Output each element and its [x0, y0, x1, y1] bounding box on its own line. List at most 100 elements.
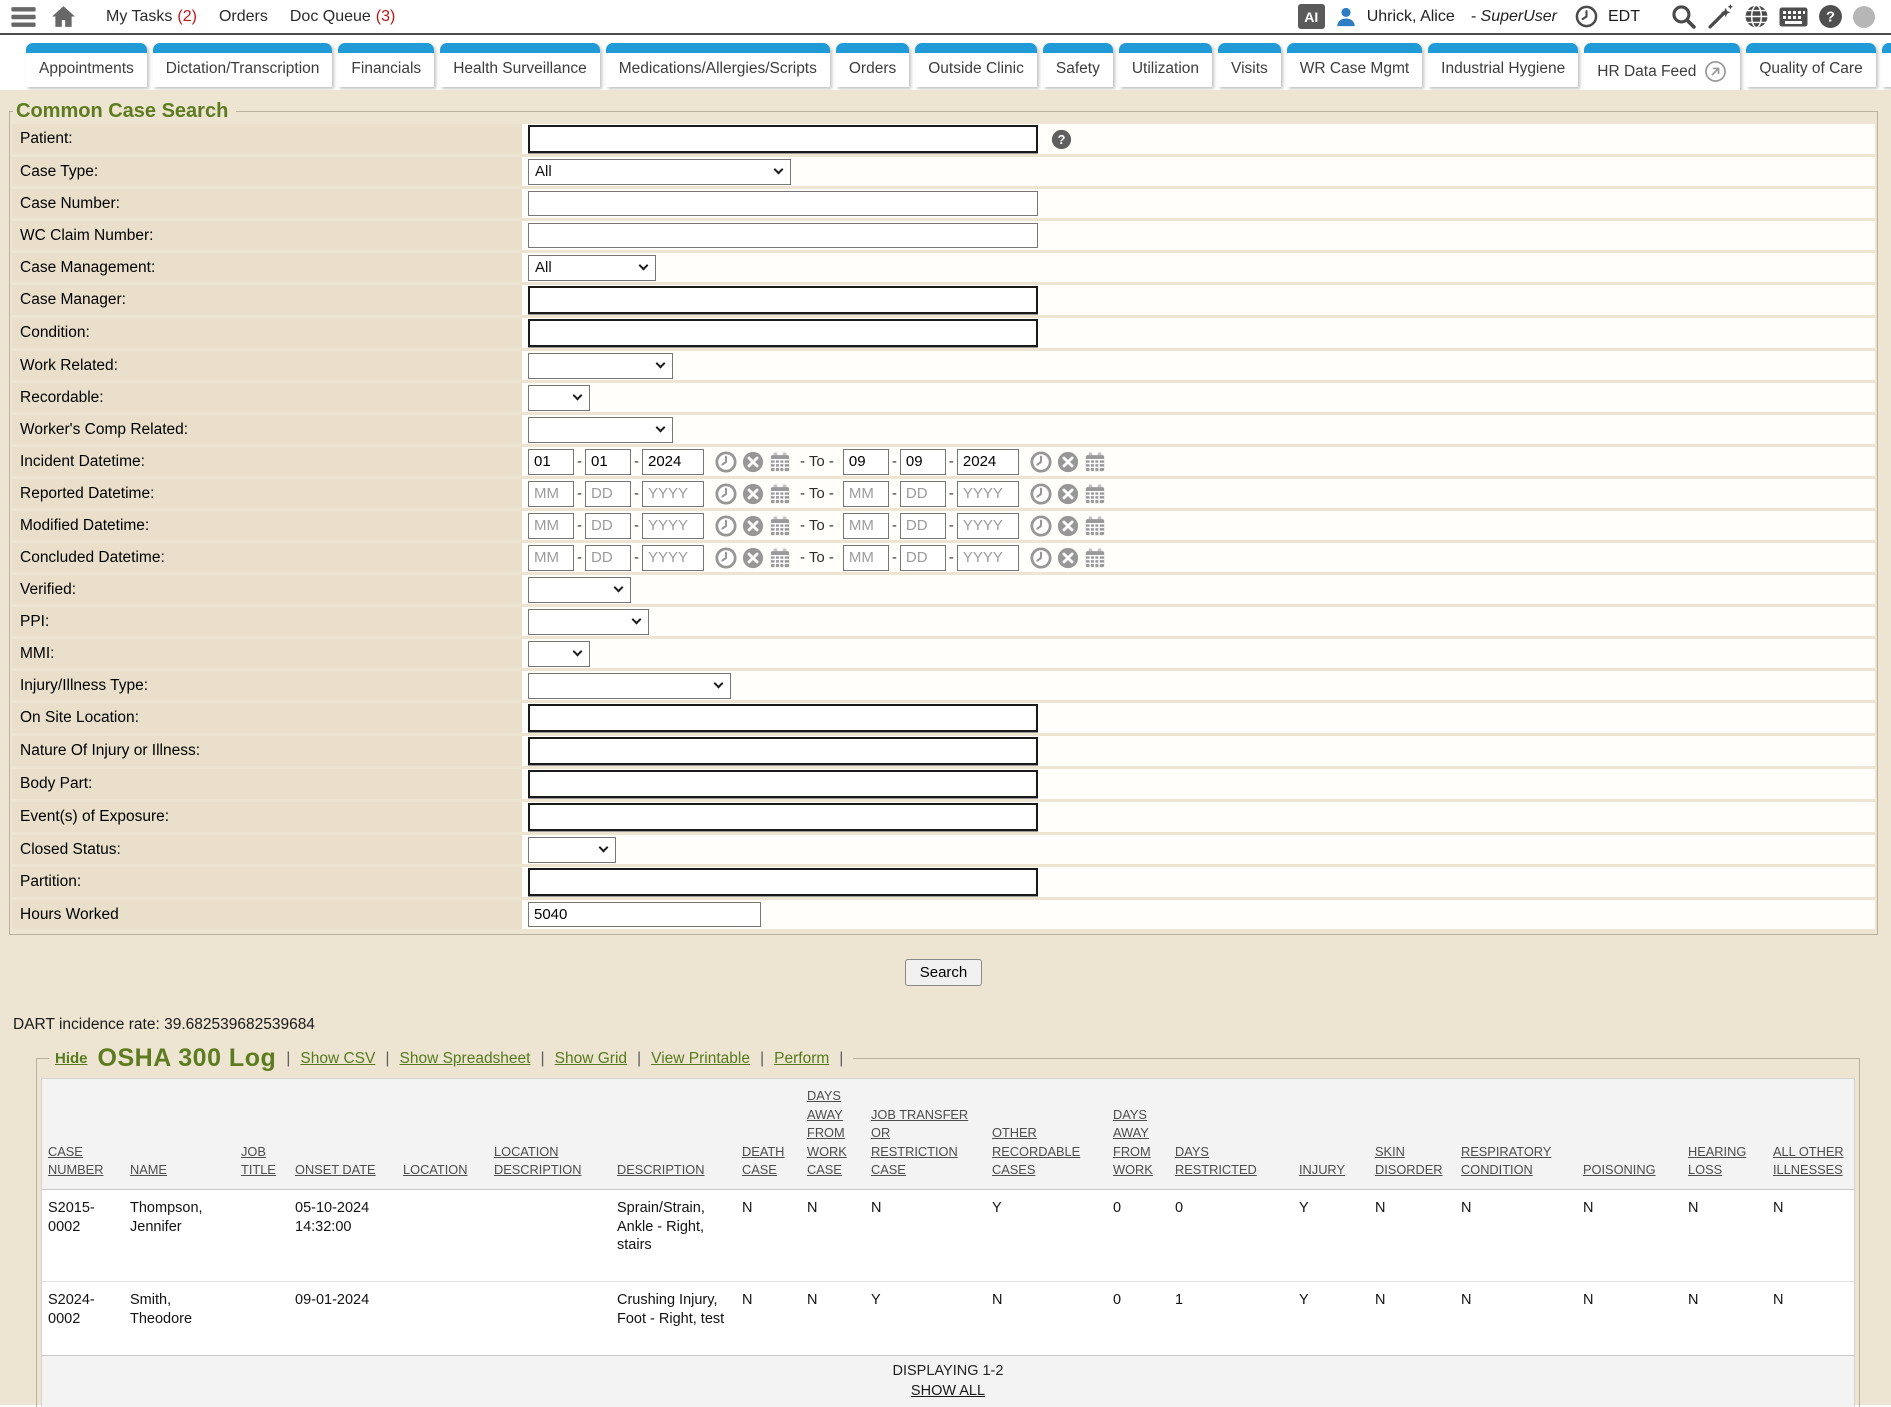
tab-quality-of-care[interactable]: Quality of Care: [1746, 43, 1875, 87]
calendar-icon[interactable]: [769, 515, 791, 537]
tab-financials[interactable]: Financials: [338, 43, 434, 87]
topmenu-doc-queue[interactable]: Doc Queue(3): [290, 8, 396, 26]
clock-icon[interactable]: [1030, 547, 1052, 569]
wand-icon[interactable]: [1707, 3, 1734, 30]
column-header-respiratory-condition[interactable]: RESPIRATORY CONDITION: [1455, 1079, 1577, 1189]
modified-datetime-to-month-input[interactable]: [843, 513, 889, 539]
concluded-datetime-to-day-input[interactable]: [900, 545, 946, 571]
modified-datetime-to-year-input[interactable]: [957, 513, 1019, 539]
concluded-datetime-from-year-input[interactable]: [642, 545, 704, 571]
modified-datetime-from-month-input[interactable]: [528, 513, 574, 539]
calendar-icon[interactable]: [1084, 547, 1106, 569]
column-header-days-away-from-work-case[interactable]: DAYS AWAY FROM WORK CASE: [801, 1079, 865, 1189]
reported-datetime-to-day-input[interactable]: [900, 481, 946, 507]
event-s-of-exposure-input[interactable]: [528, 803, 1038, 831]
clock-icon[interactable]: [1030, 515, 1052, 537]
work-related-select[interactable]: [528, 353, 673, 379]
keyboard-icon[interactable]: [1779, 7, 1808, 27]
clear-icon[interactable]: [1057, 547, 1079, 569]
worker-s-comp-related-select[interactable]: [528, 417, 673, 443]
column-header-description[interactable]: DESCRIPTION: [611, 1079, 736, 1189]
clear-icon[interactable]: [742, 547, 764, 569]
patient-input[interactable]: [528, 125, 1038, 153]
case-number-input[interactable]: [528, 191, 1038, 216]
hide-link[interactable]: Hide: [55, 1050, 88, 1067]
tab-outside-clinic[interactable]: Outside Clinic: [915, 43, 1037, 87]
incident-datetime-to-month-input[interactable]: [843, 449, 889, 475]
verified-select[interactable]: [528, 577, 631, 603]
case-manager-input[interactable]: [528, 286, 1038, 314]
reported-datetime-from-year-input[interactable]: [642, 481, 704, 507]
column-header-location-description[interactable]: LOCATION DESCRIPTION: [488, 1079, 611, 1189]
tab-safety[interactable]: Safety: [1043, 43, 1113, 87]
column-header-days-away-from-work[interactable]: DAYS AWAY FROM WORK: [1107, 1079, 1169, 1189]
tab-industrial-hygiene[interactable]: Industrial Hygiene: [1428, 43, 1578, 87]
closed-status-select[interactable]: [528, 837, 616, 863]
clear-icon[interactable]: [742, 451, 764, 473]
tab-dictation-transcription[interactable]: Dictation/Transcription: [153, 43, 333, 87]
mmi-select[interactable]: [528, 641, 590, 667]
on-site-location-input[interactable]: [528, 704, 1038, 732]
ai-badge[interactable]: AI: [1298, 4, 1325, 29]
tab-health-surveillance[interactable]: Health Surveillance: [440, 43, 600, 87]
incident-datetime-to-day-input[interactable]: [900, 449, 946, 475]
concluded-datetime-from-day-input[interactable]: [585, 545, 631, 571]
column-header-days-restricted[interactable]: DAYS RESTRICTED: [1169, 1079, 1293, 1189]
injury-illness-type-select[interactable]: [528, 673, 731, 699]
clear-icon[interactable]: [1057, 483, 1079, 505]
external-link-icon[interactable]: [1704, 60, 1727, 83]
perform-link[interactable]: Perform: [774, 1050, 829, 1068]
help-icon[interactable]: ?: [1051, 129, 1072, 150]
column-header-name[interactable]: NAME: [124, 1079, 235, 1189]
clock-icon[interactable]: [715, 515, 737, 537]
tab-visits[interactable]: Visits: [1218, 43, 1281, 87]
clock-icon[interactable]: [1030, 451, 1052, 473]
column-header-job-transfer-or-restriction-case[interactable]: JOB TRANSFER OR RESTRICTION CASE: [865, 1079, 986, 1189]
nature-of-injury-or-illness-input[interactable]: [528, 737, 1038, 765]
incident-datetime-from-year-input[interactable]: [642, 449, 704, 475]
condition-input[interactable]: [528, 319, 1038, 347]
help-icon[interactable]: ?: [1818, 4, 1843, 29]
calendar-icon[interactable]: [769, 547, 791, 569]
show-csv-link[interactable]: Show CSV: [300, 1050, 375, 1068]
body-part-input[interactable]: [528, 770, 1038, 798]
clear-icon[interactable]: [742, 515, 764, 537]
reported-datetime-to-year-input[interactable]: [957, 481, 1019, 507]
show-grid-link[interactable]: Show Grid: [555, 1050, 627, 1068]
search-icon[interactable]: [1670, 3, 1697, 30]
tab-executive[interactable]: Executive: [1882, 43, 1891, 87]
topmenu-my-tasks[interactable]: My Tasks(2): [106, 8, 197, 26]
concluded-datetime-from-month-input[interactable]: [528, 545, 574, 571]
modified-datetime-to-day-input[interactable]: [900, 513, 946, 539]
clock-icon[interactable]: [715, 483, 737, 505]
column-header-hearing-loss[interactable]: HEARING LOSS: [1682, 1079, 1767, 1189]
column-header-location[interactable]: LOCATION: [397, 1079, 488, 1189]
show-spreadsheet-link[interactable]: Show Spreadsheet: [400, 1050, 531, 1068]
reported-datetime-to-month-input[interactable]: [843, 481, 889, 507]
case-type-select[interactable]: All: [528, 159, 791, 185]
concluded-datetime-to-month-input[interactable]: [843, 545, 889, 571]
case-management-select[interactable]: All: [528, 255, 656, 281]
clear-icon[interactable]: [742, 483, 764, 505]
incident-datetime-from-month-input[interactable]: [528, 449, 574, 475]
column-header-other-recordable-cases[interactable]: OTHER RECORDABLE CASES: [986, 1079, 1107, 1189]
home-icon[interactable]: [51, 5, 76, 28]
calendar-icon[interactable]: [769, 483, 791, 505]
calendar-icon[interactable]: [1084, 451, 1106, 473]
column-header-case-number[interactable]: CASE NUMBER: [42, 1079, 124, 1189]
clock-icon[interactable]: [1030, 483, 1052, 505]
reported-datetime-from-month-input[interactable]: [528, 481, 574, 507]
wc-claim-number-input[interactable]: [528, 223, 1038, 248]
tab-appointments[interactable]: Appointments: [26, 43, 147, 87]
modified-datetime-from-year-input[interactable]: [642, 513, 704, 539]
incident-datetime-to-year-input[interactable]: [957, 449, 1019, 475]
column-header-skin-disorder[interactable]: SKIN DISORDER: [1369, 1079, 1455, 1189]
tab-hr-data-feed[interactable]: HR Data Feed: [1584, 43, 1740, 90]
column-header-poisoning[interactable]: POISONING: [1577, 1079, 1682, 1189]
tab-wr-case-mgmt[interactable]: WR Case Mgmt: [1287, 43, 1422, 87]
view-printable-link[interactable]: View Printable: [651, 1050, 750, 1068]
hamburger-menu-icon[interactable]: [10, 6, 37, 28]
clock-icon[interactable]: [715, 451, 737, 473]
incident-datetime-from-day-input[interactable]: [585, 449, 631, 475]
clear-icon[interactable]: [1057, 451, 1079, 473]
